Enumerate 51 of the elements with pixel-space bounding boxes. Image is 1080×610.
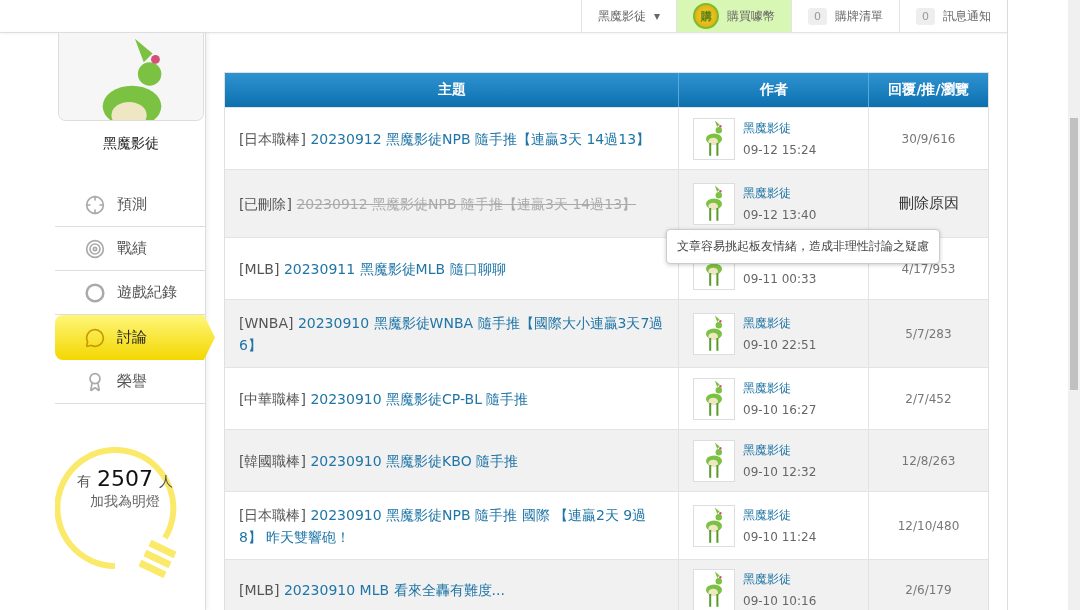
stats-text: 12/10/480 (897, 518, 960, 533)
fan-prefix: 有 (77, 473, 91, 491)
author-link[interactable]: 黑魔影徒 (743, 507, 817, 524)
fan-suffix: 人 (159, 473, 173, 491)
stats-text: 30/9/616 (901, 131, 956, 146)
column-header: 回覆/推/瀏覽 (887, 80, 970, 99)
target-icon (85, 238, 105, 259)
topic-link[interactable]: [中華職棒] 20230910 黑魔影徒CP-BL 隨手推 (239, 387, 529, 410)
author-link[interactable]: 黑魔影徒 (743, 380, 817, 397)
stats-text: 4/17/953 (901, 261, 956, 276)
chat-icon (85, 327, 105, 348)
topic-link[interactable]: [MLB] 20230911 黑魔影徒MLB 隨口聊聊 (239, 257, 506, 280)
author-link[interactable]: 黑魔影徒 (743, 442, 817, 459)
fan-caption: 加我為明燈 (90, 493, 160, 511)
post-time: 09-10 10:16 (743, 594, 817, 608)
sidebar-item[interactable]: 戰績 (55, 227, 205, 271)
tooltip: 文章容易挑起板友情緒，造成非理性討論之疑慮 (666, 229, 940, 264)
topic-link[interactable]: [日本職棒] 20230910 黑魔影徒NPB 隨手推 國際 【連贏2天 9過8】 昨天雙響砲！ (239, 503, 664, 548)
stats-text: 5/7/283 (905, 326, 952, 341)
post-time: 09-11 00:33 (743, 271, 817, 286)
post-time: 09-12 15:24 (743, 143, 817, 157)
sidebar-item[interactable]: 榮譽 (55, 360, 205, 404)
topic-link[interactable]: [WNBA] 20230910 黑魔影徒WNBA 隨手推【國際大小連贏3天7過6】 (239, 311, 664, 356)
delete-reason-link[interactable]: 刪除原因 (898, 194, 959, 213)
coin-icon: 購 (693, 3, 719, 29)
topic-link[interactable]: [韓國職棒] 20230910 黑魔影徒KBO 隨手推 (239, 449, 519, 472)
sidebar-item[interactable]: 討論 (55, 315, 215, 360)
topic-link[interactable]: [日本職棒] 20230912 黑魔影徒NPB 隨手推【連贏3天 14過13】 (239, 127, 651, 150)
author-link[interactable]: 黑魔影徒 (743, 120, 817, 137)
author-link[interactable]: 黑魔影徒 (743, 315, 817, 332)
topic-link[interactable]: [已刪除] 20230912 黑魔影徒NPB 隨手推【連贏3天 14過13】 (239, 192, 637, 215)
author-link[interactable]: 黑魔影徒 (743, 185, 817, 202)
user-menu[interactable]: 黑魔影徒 ▾ (580, 0, 676, 32)
counter-link[interactable]: 0 購牌清單 (791, 0, 899, 32)
stats-text: 2/6/179 (905, 582, 952, 597)
post-time: 09-10 11:24 (743, 530, 817, 544)
author-link[interactable]: 黑魔影徒 (743, 571, 817, 588)
ring-icon (85, 282, 105, 303)
topic-link[interactable]: [MLB] 20230910 MLB 看來全轟有難度... (239, 578, 505, 601)
post-time: 09-12 13:40 (743, 208, 817, 222)
post-time: 09-10 22:51 (743, 338, 817, 352)
profile-name: 黑魔影徒 (102, 135, 160, 153)
counter-link[interactable]: 0 訊息通知 (899, 0, 1007, 32)
sidebar-item[interactable]: 預測 (55, 183, 205, 227)
post-time: 09-10 12:32 (743, 465, 817, 479)
stats-text: 2/7/452 (905, 391, 952, 406)
stats-text: 12/8/263 (901, 453, 956, 468)
fan-count: 2507 (97, 466, 153, 491)
post-time: 09-10 16:27 (743, 403, 817, 417)
buy-coins-button[interactable]: 購 購買噱幣 (676, 0, 791, 32)
crosshair-icon (85, 194, 105, 215)
